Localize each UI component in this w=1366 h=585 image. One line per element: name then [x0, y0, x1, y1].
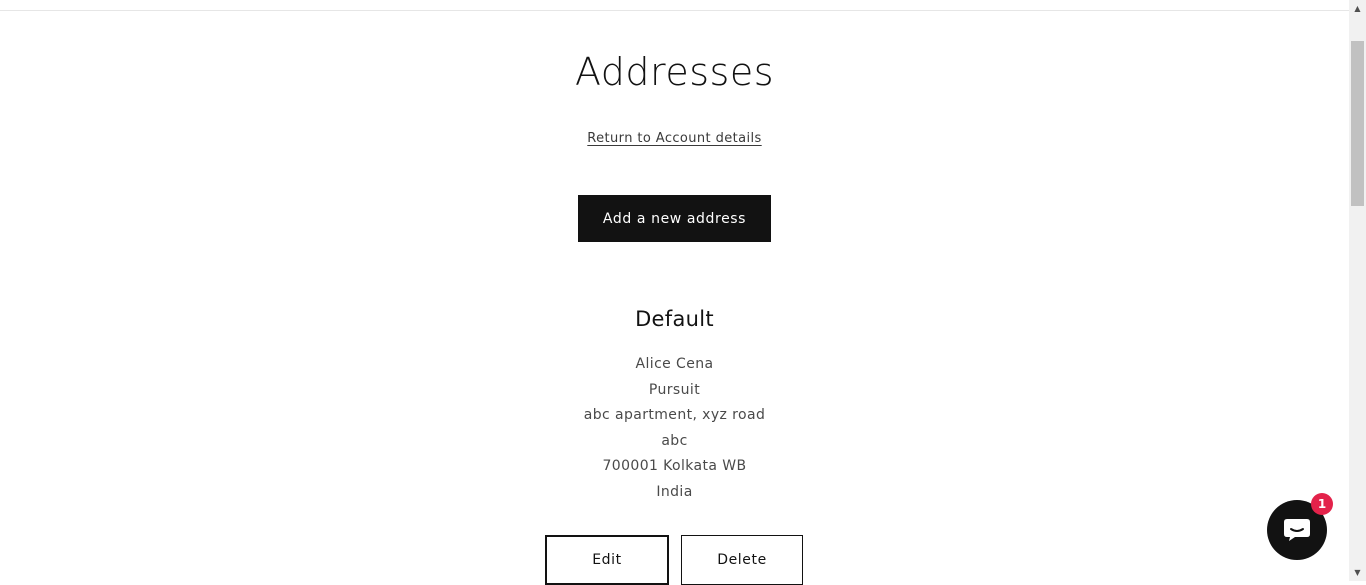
return-to-account-link[interactable]: Return to Account details: [587, 131, 761, 146]
return-link-wrapper: Return to Account details: [0, 131, 1349, 146]
vertical-scrollbar[interactable]: ▲ ▼: [1349, 0, 1366, 581]
delete-address-button[interactable]: Delete: [681, 535, 803, 585]
address-line-2: abc: [661, 432, 688, 449]
address-line-1: abc apartment, xyz road: [583, 407, 766, 424]
scroll-up-arrow-icon[interactable]: ▲: [1349, 0, 1366, 17]
address-block: Alice Cena Pursuit abc apartment, xyz ro…: [0, 352, 1349, 506]
addresses-page: Addresses Return to Account details Add …: [0, 0, 1349, 585]
scrollbar-thumb[interactable]: [1351, 41, 1364, 206]
address-company: Pursuit: [648, 381, 701, 398]
default-address-heading: Default: [635, 307, 714, 331]
chat-notification-badge: 1: [1311, 493, 1333, 515]
page-title: Addresses: [574, 50, 774, 94]
address-name: Alice Cena: [635, 356, 714, 372]
address-country: India: [656, 483, 693, 500]
chat-bubble-icon: [1284, 519, 1310, 541]
address-city: 700001 Kolkata WB: [602, 458, 747, 475]
edit-address-button[interactable]: Edit: [545, 535, 669, 585]
add-new-address-button[interactable]: Add a new address: [578, 195, 771, 242]
scroll-down-arrow-icon[interactable]: ▼: [1349, 564, 1366, 581]
